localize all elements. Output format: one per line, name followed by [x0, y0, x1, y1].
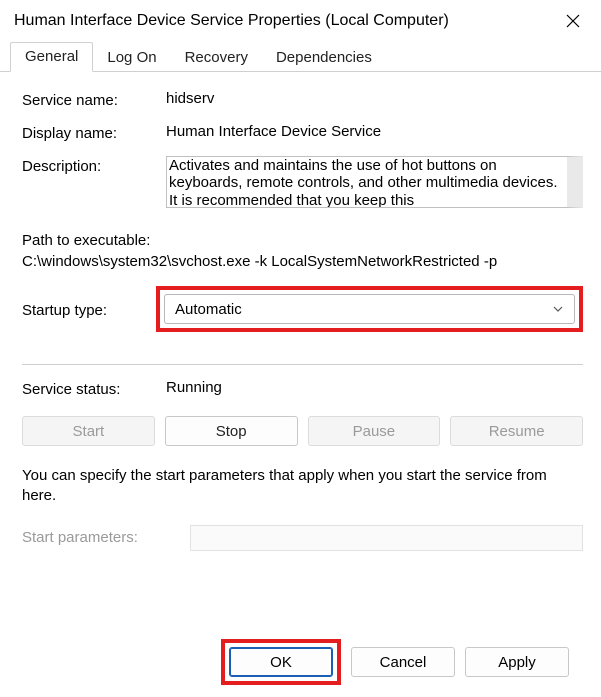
pause-button: Pause	[308, 416, 441, 446]
value-service-status: Running	[166, 379, 583, 396]
apply-button[interactable]: Apply	[465, 647, 569, 677]
row-start-parameters: Start parameters:	[22, 525, 583, 551]
window-title: Human Interface Device Service Propertie…	[14, 12, 449, 30]
label-path: Path to executable:	[22, 230, 583, 251]
tab-panel-general: Service name: hidserv Display name: Huma…	[0, 72, 601, 697]
label-start-parameters: Start parameters:	[22, 529, 190, 546]
tab-general[interactable]: General	[10, 42, 93, 72]
row-startup-type: Startup type: Automatic	[22, 286, 583, 332]
label-service-status: Service status:	[22, 379, 166, 398]
resume-button: Resume	[450, 416, 583, 446]
start-parameters-note: You can specify the start parameters tha…	[22, 466, 583, 507]
close-icon	[566, 14, 580, 28]
cancel-button[interactable]: Cancel	[351, 647, 455, 677]
divider	[22, 364, 583, 365]
dialog-footer: OK Cancel Apply	[22, 629, 583, 697]
row-description: Description: Activates and maintains the…	[22, 156, 583, 208]
chevron-down-icon	[552, 303, 564, 315]
row-display-name: Display name: Human Interface Device Ser…	[22, 123, 583, 142]
highlight-ok-button: OK	[221, 639, 341, 685]
tab-recovery[interactable]: Recovery	[171, 44, 262, 72]
description-textbox[interactable]: Activates and maintains the use of hot b…	[166, 156, 583, 208]
tab-dependencies[interactable]: Dependencies	[262, 44, 386, 72]
row-service-name: Service name: hidserv	[22, 90, 583, 109]
startup-type-selected: Automatic	[175, 301, 242, 318]
label-display-name: Display name:	[22, 123, 166, 142]
value-service-name: hidserv	[166, 90, 583, 107]
row-service-status: Service status: Running	[22, 379, 583, 398]
start-button: Start	[22, 416, 155, 446]
value-path: C:\windows\system32\svchost.exe -k Local…	[22, 251, 583, 272]
startup-type-dropdown[interactable]: Automatic	[164, 294, 575, 324]
tab-logon[interactable]: Log On	[93, 44, 170, 72]
label-startup-type: Startup type:	[22, 300, 156, 319]
close-button[interactable]	[553, 3, 593, 39]
label-service-name: Service name:	[22, 90, 166, 109]
service-properties-window: Human Interface Device Service Propertie…	[0, 0, 601, 697]
start-parameters-input	[190, 525, 583, 551]
ok-button[interactable]: OK	[229, 647, 333, 677]
stop-button[interactable]: Stop	[165, 416, 298, 446]
value-display-name: Human Interface Device Service	[166, 123, 583, 140]
highlight-startup-type: Automatic	[156, 286, 583, 332]
titlebar: Human Interface Device Service Propertie…	[0, 0, 601, 42]
path-block: Path to executable: C:\windows\system32\…	[22, 230, 583, 272]
tab-strip: General Log On Recovery Dependencies	[0, 42, 601, 72]
label-description: Description:	[22, 156, 166, 175]
service-control-buttons: Start Stop Pause Resume	[22, 416, 583, 446]
